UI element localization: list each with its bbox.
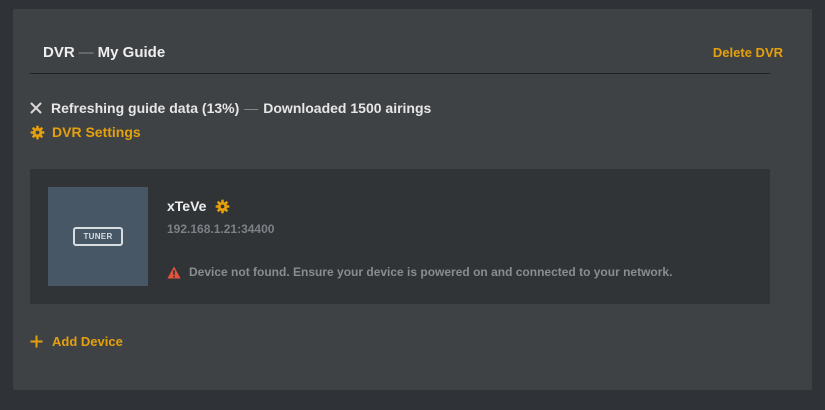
tuner-badge: TUNER	[73, 227, 123, 246]
status-separator: —	[244, 100, 259, 116]
status-text: Refreshing guide data (13%)	[51, 100, 240, 116]
gear-icon[interactable]	[215, 199, 230, 214]
dvr-settings-label: DVR Settings	[52, 124, 141, 140]
title-section: DVR	[43, 43, 75, 61]
title-separator: —	[78, 43, 94, 61]
warning-icon	[167, 266, 181, 278]
device-thumbnail: TUNER	[48, 187, 148, 286]
dvr-header: DVR — My Guide Delete DVR	[43, 42, 783, 62]
header-divider	[30, 73, 770, 74]
gear-icon	[30, 125, 45, 139]
device-title: xTeVe	[167, 197, 230, 215]
status-detail: Downloaded 1500 airings	[263, 100, 432, 116]
device-error-message: Device not found. Ensure your device is …	[167, 264, 672, 280]
guide-refresh-status: Refreshing guide data (13%) — Downloaded…	[30, 99, 431, 117]
device-address: 192.168.1.21:34400	[167, 222, 275, 236]
device-name: xTeVe	[167, 198, 207, 214]
close-icon[interactable]	[30, 102, 42, 114]
device-error-text: Device not found. Ensure your device is …	[189, 265, 673, 279]
title-name: My Guide	[97, 43, 166, 61]
dvr-settings-link[interactable]: DVR Settings	[30, 123, 141, 141]
delete-dvr-link[interactable]: Delete DVR	[713, 45, 783, 60]
add-device-label: Add Device	[52, 333, 123, 349]
plus-icon	[30, 335, 43, 347]
page-title: DVR — My Guide	[43, 44, 165, 61]
device-card: TUNER xTeVe 192.168.1.21:34400 Device no…	[30, 169, 770, 304]
add-device-button[interactable]: Add Device	[30, 333, 123, 349]
